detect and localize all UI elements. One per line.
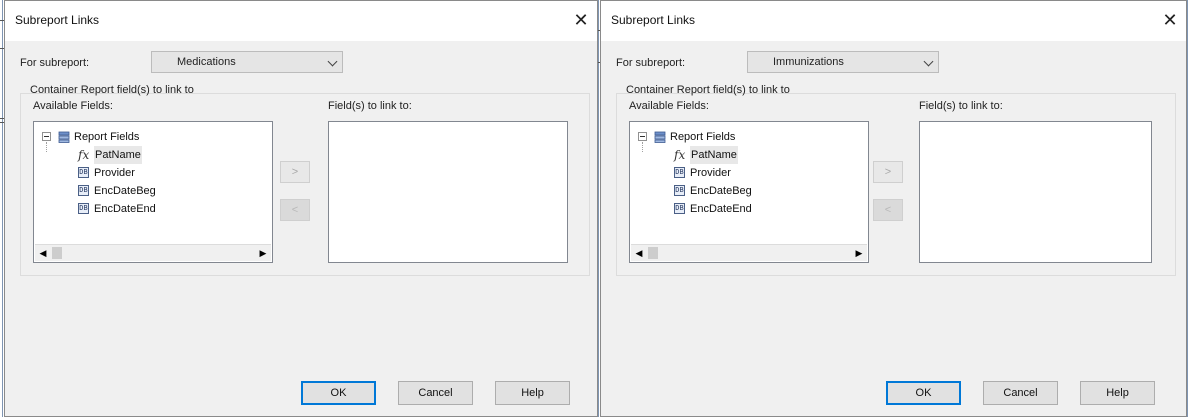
subreport-links-dialog-immunizations: Subreport Links ✕ For subreport: Immuniz… — [600, 0, 1187, 417]
remove-link-button[interactable]: < — [873, 199, 903, 221]
tree-item-label: EncDateBeg — [94, 185, 156, 197]
container-fields-group-label: Container Report field(s) to link to — [30, 84, 194, 96]
for-subreport-label: For subreport: — [616, 57, 686, 69]
dialog-title: Subreport Links — [15, 13, 100, 27]
formula-icon: 𝑓x — [674, 148, 686, 162]
fields-to-link-label: Field(s) to link to: — [919, 100, 1003, 112]
close-icon[interactable]: ✕ — [1158, 9, 1182, 31]
backdrop-line — [2, 0, 3, 417]
horizontal-scrollbar[interactable]: ◀ ▶ — [631, 244, 867, 261]
ok-button[interactable]: OK — [886, 381, 961, 405]
horizontal-scrollbar[interactable]: ◀ ▶ — [35, 244, 271, 261]
scroll-right-icon[interactable]: ▶ — [851, 245, 867, 261]
ok-button[interactable]: OK — [301, 381, 376, 405]
collapse-toggle-icon[interactable] — [42, 132, 51, 141]
help-button[interactable]: Help — [1080, 381, 1155, 405]
tree-item-label: Report Fields — [74, 131, 140, 143]
scroll-left-icon[interactable]: ◀ — [35, 245, 51, 261]
subreport-select-value: Medications — [177, 56, 236, 68]
scroll-thumb[interactable] — [52, 247, 62, 259]
cancel-button[interactable]: Cancel — [983, 381, 1058, 405]
tree-item-label: Report Fields — [670, 131, 736, 143]
database-field-icon: DB — [674, 185, 685, 196]
dialog-title: Subreport Links — [611, 13, 696, 27]
add-link-button[interactable]: > — [280, 161, 310, 183]
subreport-links-dialog-medications: Subreport Links ✕ For subreport: Medicat… — [4, 0, 598, 417]
for-subreport-label: For subreport: — [20, 57, 90, 69]
tree-item-label: EncDateBeg — [690, 185, 752, 197]
database-field-icon: DB — [674, 203, 685, 214]
titlebar: Subreport Links ✕ — [601, 1, 1186, 41]
tree-item-label: Provider — [690, 167, 731, 179]
chevron-down-icon — [923, 56, 934, 67]
database-icon — [58, 131, 70, 143]
database-field-icon: DB — [78, 185, 89, 196]
tree-connector — [46, 142, 48, 152]
database-field-icon: DB — [78, 203, 89, 214]
close-icon[interactable]: ✕ — [569, 9, 593, 31]
subreport-select[interactable]: Medications — [151, 51, 343, 73]
available-fields-tree[interactable]: Report Fields 𝑓x PatName DB Provider DB … — [629, 121, 869, 263]
tree-item-label: PatName — [690, 146, 738, 164]
collapse-toggle-icon[interactable] — [638, 132, 647, 141]
subreport-select[interactable]: Immunizations — [747, 51, 939, 73]
database-field-icon: DB — [78, 167, 89, 178]
available-fields-label: Available Fields: — [629, 100, 709, 112]
available-fields-label: Available Fields: — [33, 100, 113, 112]
tree-item-label: PatName — [94, 146, 142, 164]
scroll-right-icon[interactable]: ▶ — [255, 245, 271, 261]
database-icon — [654, 131, 666, 143]
desktop-background: Subreport Links ✕ For subreport: Medicat… — [0, 0, 1188, 417]
add-link-button[interactable]: > — [873, 161, 903, 183]
dialog-client: For subreport: Medications Container Rep… — [5, 41, 597, 416]
help-button[interactable]: Help — [495, 381, 570, 405]
tree-item-label: EncDateEnd — [690, 203, 752, 215]
container-fields-group-label: Container Report field(s) to link to — [626, 84, 790, 96]
fields-to-link-list[interactable] — [919, 121, 1152, 263]
remove-link-button[interactable]: < — [280, 199, 310, 221]
dialog-client: For subreport: Immunizations Container R… — [601, 41, 1186, 416]
scroll-thumb[interactable] — [648, 247, 658, 259]
tree-connector — [642, 142, 644, 152]
scroll-left-icon[interactable]: ◀ — [631, 245, 647, 261]
subreport-select-value: Immunizations — [773, 56, 844, 68]
database-field-icon: DB — [674, 167, 685, 178]
formula-icon: 𝑓x — [78, 148, 90, 162]
fields-to-link-label: Field(s) to link to: — [328, 100, 412, 112]
available-fields-tree[interactable]: Report Fields 𝑓x PatName DB Provider DB … — [33, 121, 273, 263]
fields-to-link-list[interactable] — [328, 121, 568, 263]
tree-item-label: Provider — [94, 167, 135, 179]
cancel-button[interactable]: Cancel — [398, 381, 473, 405]
titlebar: Subreport Links ✕ — [5, 1, 597, 41]
tree-item-label: EncDateEnd — [94, 203, 156, 215]
chevron-down-icon — [327, 56, 338, 67]
